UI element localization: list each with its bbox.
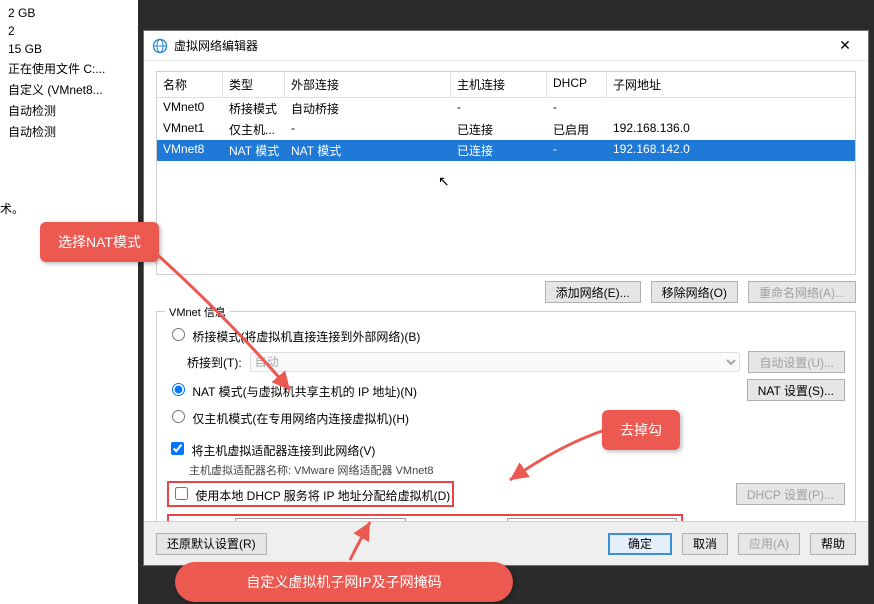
col-type[interactable]: 类型 [223, 72, 285, 97]
bg-item: 2 GB [8, 4, 130, 22]
bridge-radio[interactable]: 桥接模式(将虚拟机直接连接到外部网络)(B) [167, 325, 420, 345]
dialog-button-bar: 还原默认设置(R) 确定 取消 应用(A) 帮助 [144, 521, 868, 565]
restore-defaults-button[interactable]: 还原默认设置(R) [156, 533, 267, 555]
bg-item: 自动检测 [8, 100, 130, 121]
background-panel: 2 GB215 GB正在使用文件 C:...自定义 (VMnet8...自动检测… [0, 0, 138, 604]
virtual-network-editor-dialog: 虚拟网络编辑器 ✕ 名称 类型 外部连接 主机连接 DHCP 子网地址 VMne… [143, 30, 869, 566]
col-sub[interactable]: 子网地址 [607, 72, 855, 97]
table-header: 名称 类型 外部连接 主机连接 DHCP 子网地址 [157, 72, 855, 98]
bg-item: 2 [8, 22, 130, 40]
dhcp-checkbox[interactable]: 使用本地 DHCP 服务将 IP 地址分配给虚拟机(D) [171, 484, 450, 504]
close-button[interactable]: ✕ [830, 37, 860, 54]
bg-item: 15 GB [8, 40, 130, 58]
nat-radio[interactable]: NAT 模式(与虚拟机共享主机的 IP 地址)(N) [167, 380, 417, 400]
adapter-name-row: 主机虚拟适配器名称: VMware 网络适配器 VMnet8 [167, 462, 845, 478]
callout-uncheck: 去掉勾 [602, 410, 680, 450]
bridge-to-select: 自动 [250, 352, 741, 372]
callout-select-nat: 选择NAT模式 [40, 222, 159, 262]
bg-foot: 术。 [0, 200, 24, 217]
col-host[interactable]: 主机连接 [451, 72, 547, 97]
rename-network-button: 重命名网络(A)... [748, 281, 856, 303]
table-row[interactable]: VMnet1仅主机...-已连接已启用192.168.136.0 [157, 119, 855, 140]
bg-item: 自动检测 [8, 121, 130, 142]
remove-network-button[interactable]: 移除网络(O) [651, 281, 738, 303]
dialog-title: 虚拟网络编辑器 [174, 37, 258, 54]
help-button[interactable]: 帮助 [810, 533, 856, 555]
bridge-radio-row: 桥接模式(将虚拟机直接连接到外部网络)(B) [167, 322, 845, 348]
apply-button: 应用(A) [738, 533, 800, 555]
ok-button[interactable]: 确定 [608, 533, 672, 555]
add-network-button[interactable]: 添加网络(E)... [545, 281, 641, 303]
auto-bridge-button: 自动设置(U)... [748, 351, 845, 373]
vmnet-info-group: VMnet 信息 桥接模式(将虚拟机直接连接到外部网络)(B) 桥接到(T): … [156, 311, 856, 551]
callout-subnet: 自定义虚拟机子网IP及子网掩码 [175, 562, 513, 602]
col-ext[interactable]: 外部连接 [285, 72, 451, 97]
app-icon [152, 38, 168, 54]
titlebar: 虚拟网络编辑器 ✕ [144, 31, 868, 61]
vmnet-info-legend: VMnet 信息 [165, 304, 230, 320]
col-name[interactable]: 名称 [157, 72, 223, 97]
host-connect-checkbox[interactable]: 将主机虚拟适配器连接到此网络(V) [167, 439, 375, 459]
bridge-to-label: 桥接到(T): [187, 354, 242, 371]
cancel-button[interactable]: 取消 [682, 533, 728, 555]
col-dhcp[interactable]: DHCP [547, 72, 607, 97]
table-row[interactable]: VMnet8NAT 模式NAT 模式已连接-192.168.142.0 [157, 140, 855, 161]
nat-settings-button[interactable]: NAT 设置(S)... [747, 379, 845, 401]
networks-table[interactable]: 名称 类型 外部连接 主机连接 DHCP 子网地址 VMnet0桥接模式自动桥接… [156, 71, 856, 275]
hostonly-radio[interactable]: 仅主机模式(在专用网络内连接虚拟机)(H) [167, 407, 409, 427]
dhcp-settings-button: DHCP 设置(P)... [736, 483, 845, 505]
table-row[interactable]: VMnet0桥接模式自动桥接-- [157, 98, 855, 119]
bg-item: 自定义 (VMnet8... [8, 79, 130, 100]
bg-item: 正在使用文件 C:... [8, 58, 130, 79]
